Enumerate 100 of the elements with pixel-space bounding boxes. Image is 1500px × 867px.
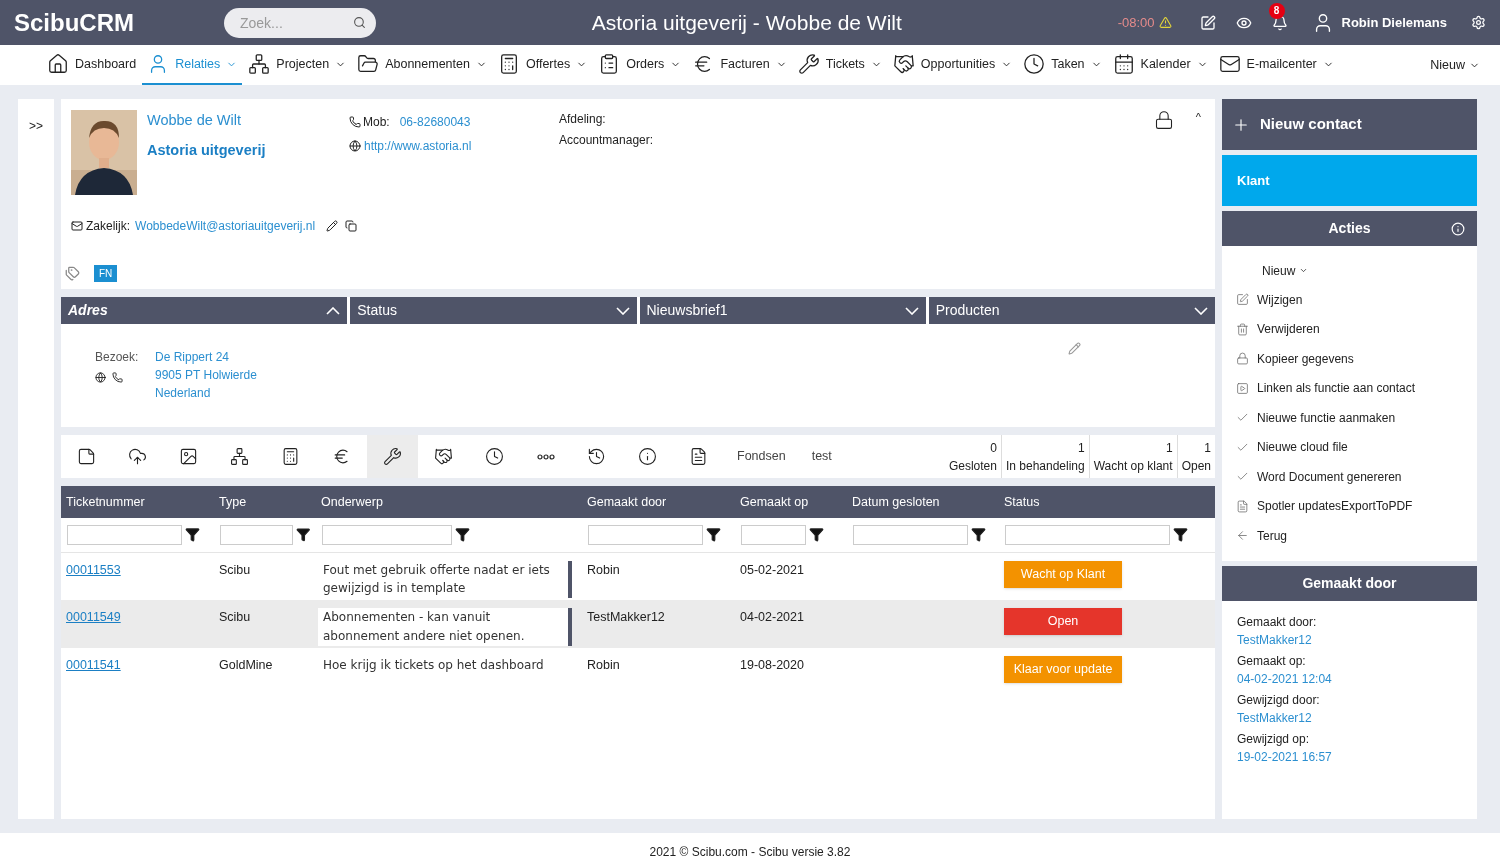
filter-icon[interactable] — [1173, 527, 1188, 543]
table-cell: 19-08-2020 — [740, 657, 804, 672]
address-line[interactable]: 9905 PT Holwierde — [155, 366, 257, 384]
nav-item[interactable]: Taken — [1018, 45, 1107, 85]
edit-icon[interactable] — [326, 220, 339, 232]
filter-icon[interactable] — [706, 527, 721, 543]
filter-field[interactable] — [1005, 524, 1170, 545]
wrench-icon — [797, 53, 820, 75]
document-icon — [689, 447, 708, 466]
action-item[interactable]: Linken als functie aan contact — [1236, 373, 1463, 403]
action-item[interactable]: Nieuwe cloud file — [1236, 432, 1463, 462]
nav-item[interactable]: Offertes — [492, 45, 593, 85]
footer-text: 2021 © Scibu.com - Scibu versie 3.82 — [649, 844, 851, 861]
filter-field[interactable] — [853, 524, 968, 545]
handshake-icon — [892, 53, 915, 75]
column-header[interactable]: Gemaakt door — [582, 486, 735, 518]
column-header[interactable]: Datum gesloten — [847, 486, 999, 518]
euro-icon — [332, 447, 351, 466]
filter-field[interactable] — [741, 524, 806, 545]
action-item[interactable]: Wijzigen — [1236, 285, 1463, 315]
new-contact-button[interactable]: Nieuw contact — [1222, 99, 1477, 150]
filter-field[interactable] — [220, 524, 293, 545]
bell-icon[interactable] — [1271, 14, 1288, 31]
nav-item[interactable]: Opportunities — [887, 45, 1018, 85]
company-name[interactable]: Astoria uitgeverij — [147, 139, 349, 162]
ticket-link[interactable]: 00011553 — [66, 562, 121, 577]
info-label: Gemaakt op: — [1237, 652, 1307, 670]
mobile-number[interactable]: 06-82680043 — [399, 113, 471, 131]
new-dropdown[interactable]: Nieuw — [1262, 256, 1463, 285]
new-menu[interactable]: Nieuw — [1430, 45, 1480, 85]
filter-icon[interactable] — [455, 527, 470, 543]
table-cell: Hoe krijg ik tickets op het dashboard — [323, 657, 544, 672]
info-value[interactable]: 19-02-2021 16:57 — [1237, 747, 1462, 766]
contact-name[interactable]: Wobbe de Wilt — [147, 110, 349, 132]
action-item[interactable]: Kopieer gegevens — [1236, 344, 1463, 374]
field-label: Accountmanager: — [559, 132, 654, 149]
search-field[interactable]: Zoek... — [224, 7, 376, 38]
nav-item[interactable]: Kalender — [1107, 45, 1213, 85]
logo[interactable]: ScibuCRM — [14, 4, 224, 41]
address-line[interactable]: Nederland — [155, 384, 257, 402]
column-header[interactable]: Status — [999, 486, 1215, 518]
clock-icon — [485, 447, 504, 466]
tag-icon — [65, 266, 80, 281]
info-value[interactable]: TestMakker12 — [1237, 630, 1462, 649]
copy-icon[interactable] — [345, 220, 358, 232]
nav-item[interactable]: Projecten — [243, 45, 352, 85]
section-tab[interactable]: Producten — [928, 297, 1215, 324]
ticket-link[interactable]: 00011549 — [66, 610, 121, 624]
chevron-down-icon — [615, 306, 630, 315]
column-header[interactable]: Gemaakt op — [735, 486, 847, 518]
column-header[interactable]: Onderwerp — [316, 486, 582, 518]
lock-icon[interactable] — [1153, 110, 1174, 130]
action-item[interactable]: Terug — [1236, 521, 1463, 551]
filter-icon[interactable] — [185, 527, 200, 543]
column-header[interactable]: Ticketnummer — [61, 486, 214, 518]
toolbar-tab[interactable]: test — [798, 435, 845, 478]
nav-item[interactable]: Facturen — [687, 45, 792, 85]
play-icon — [1236, 381, 1249, 395]
collapse-button[interactable]: ^ — [1195, 110, 1201, 124]
website-link[interactable]: http://www.astoria.nl — [364, 137, 472, 155]
section-tab[interactable]: Adres — [61, 297, 348, 324]
settings-icon[interactable] — [1471, 15, 1486, 30]
action-item[interactable]: Nieuwe functie aanmaken — [1236, 403, 1463, 433]
filter-field[interactable] — [322, 524, 452, 545]
action-item[interactable]: Word Document genereren — [1236, 462, 1463, 492]
filter-icon[interactable] — [971, 527, 986, 543]
nav-item[interactable]: E-mailcenter — [1213, 45, 1339, 85]
filter-field[interactable] — [588, 524, 703, 545]
address-line[interactable]: De Rippert 24 — [155, 348, 257, 366]
ticket-link[interactable]: 00011541 — [66, 657, 121, 672]
info-icon[interactable] — [1451, 221, 1465, 236]
tag[interactable]: FN — [94, 265, 118, 282]
column-header[interactable]: Type — [214, 486, 316, 518]
filter-icon[interactable] — [809, 527, 824, 543]
user-name[interactable]: Robin Dielemans — [1341, 12, 1447, 33]
lock-icon — [1236, 352, 1249, 366]
filter-field[interactable] — [67, 524, 182, 545]
filter-icon[interactable] — [295, 527, 310, 543]
trash-icon — [1236, 322, 1249, 336]
status-button[interactable]: Open — [1004, 608, 1122, 635]
search-icon[interactable] — [353, 15, 366, 29]
info-value[interactable]: TestMakker12 — [1237, 708, 1462, 727]
section-tab[interactable]: Status — [350, 297, 637, 324]
info-value[interactable]: 04-02-2021 12:04 — [1237, 669, 1462, 688]
action-item[interactable]: Spotler updatesExportToPDF — [1236, 491, 1463, 521]
mobile-label: Mob: — [363, 114, 390, 131]
section-tab[interactable]: Nieuwsbrief1 — [639, 297, 926, 324]
status-counter[interactable]: 0 Gesloten — [944, 435, 1001, 478]
folder-icon — [357, 53, 380, 75]
network-icon — [248, 53, 271, 75]
action-item[interactable]: Verwijderen — [1236, 314, 1463, 344]
nav-item[interactable]: Orders — [593, 45, 687, 85]
nav-item[interactable]: Tickets — [792, 45, 887, 85]
email-link[interactable]: WobbedeWilt@astoriauitgeverij.nl — [135, 217, 316, 235]
nav-item[interactable]: Relaties — [142, 45, 243, 85]
nav-item[interactable]: Abonnementen — [352, 45, 492, 85]
network-icon — [230, 447, 249, 466]
nav-item[interactable]: Dashboard — [42, 45, 142, 85]
toolbar-tab[interactable]: Fondsen — [724, 435, 799, 478]
sidebar-toggle[interactable]: >> — [29, 117, 43, 131]
